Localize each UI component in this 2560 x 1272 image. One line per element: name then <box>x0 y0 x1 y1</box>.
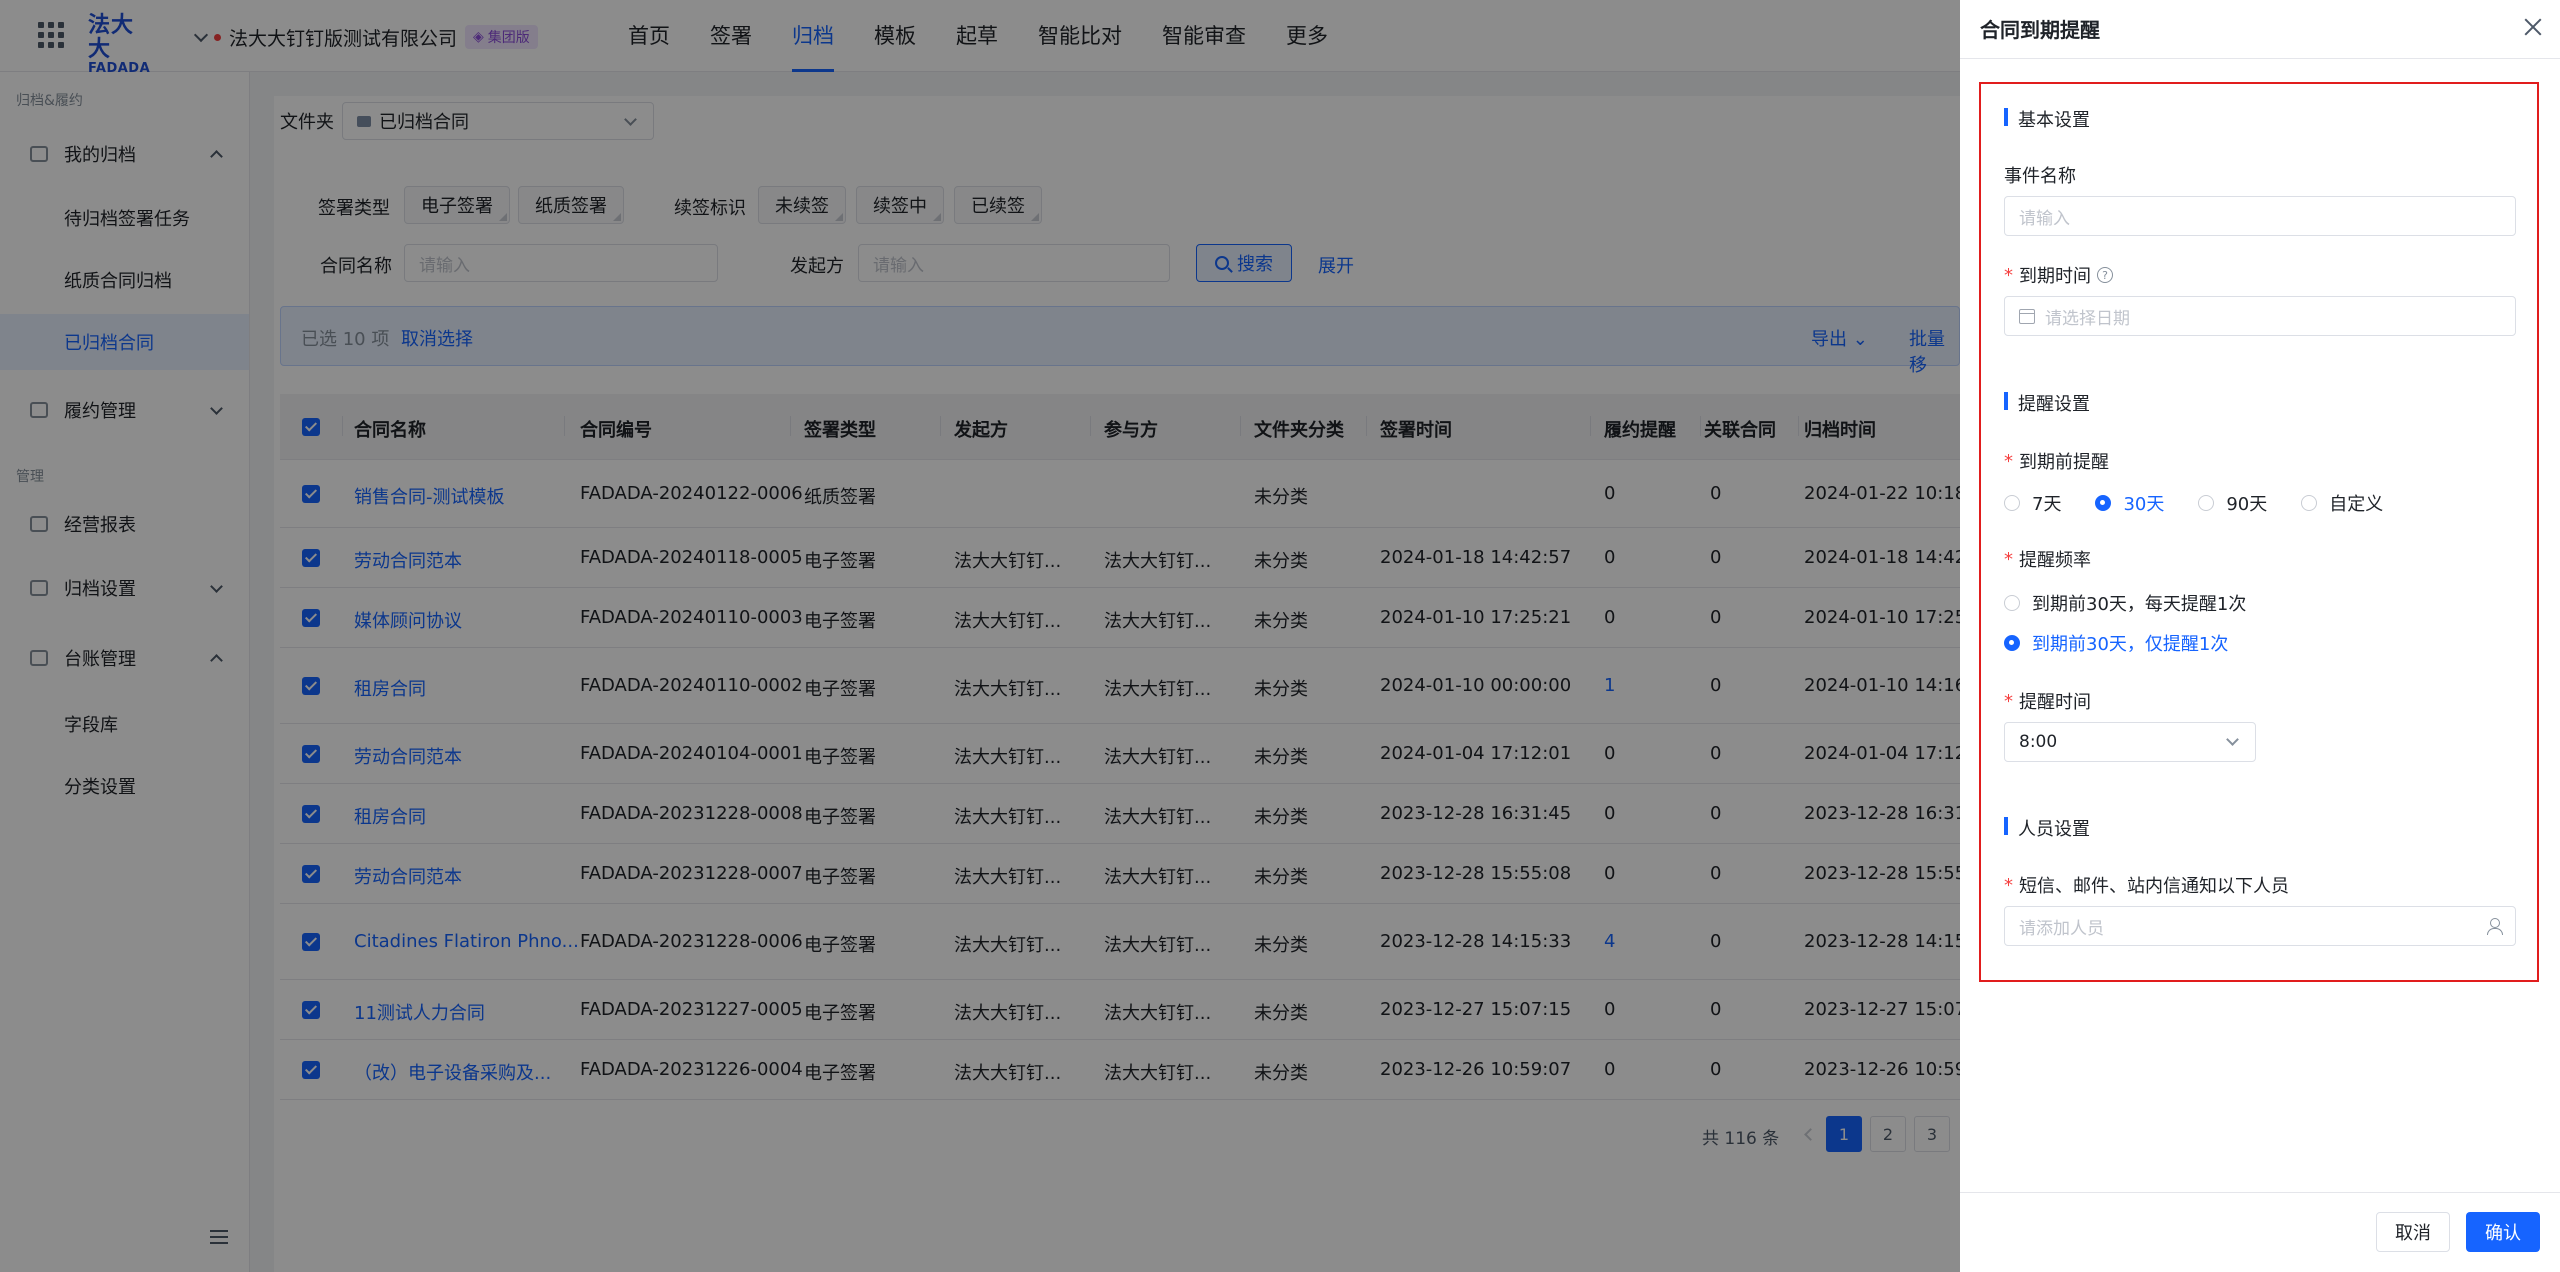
radio-circle <box>2004 595 2020 611</box>
before-remind-label-text: 到期前提醒 <box>2019 452 2109 473</box>
radio-circle <box>2095 495 2112 511</box>
cancel-button[interactable]: 取消 <box>2376 1212 2450 1252</box>
add-people-placeholder: 请添加人员 <box>2019 918 2104 939</box>
due-time-label: * 到期时间 ? <box>2004 262 2113 288</box>
radio-circle <box>2004 495 2020 511</box>
radio-7-days[interactable]: 7天 <box>2004 490 2061 516</box>
radio-freq-daily[interactable]: 到期前30天，每天提醒1次 <box>2004 590 2246 616</box>
radio-label: 自定义 <box>2329 494 2384 515</box>
freq-label-text: 提醒频率 <box>2019 550 2091 571</box>
freq-label: * 提醒频率 <box>2004 546 2091 572</box>
required-mark: * <box>2004 874 2013 896</box>
before-remind-radio-group: 7天 30天 90天 自定义 <box>2004 490 2417 516</box>
section-people: 人员设置 <box>2004 815 2090 841</box>
radio-label: 到期前30天，仅提醒1次 <box>2032 634 2229 655</box>
required-mark: * <box>2004 548 2013 570</box>
notify-label: * 短信、邮件、站内信通知以下人员 <box>2004 872 2289 898</box>
divider <box>1960 1192 2560 1193</box>
remind-time-value: 8:00 <box>2019 732 2058 752</box>
radio-30-days[interactable]: 30天 <box>2095 490 2164 516</box>
remind-time-select[interactable]: 8:00 <box>2004 722 2256 762</box>
divider <box>1960 58 2560 59</box>
due-time-label-text: 到期时间 <box>2019 266 2091 287</box>
radio-circle <box>2301 495 2318 511</box>
radio-label: 90天 <box>2226 494 2268 515</box>
radio-circle <box>2198 495 2215 511</box>
help-icon[interactable]: ? <box>2097 267 2113 283</box>
remind-time-label-text: 提醒时间 <box>2019 692 2091 713</box>
close-icon[interactable] <box>2522 16 2544 38</box>
radio-90-days[interactable]: 90天 <box>2198 490 2267 516</box>
section-basic: 基本设置 <box>2004 106 2090 132</box>
confirm-button[interactable]: 确认 <box>2466 1212 2540 1252</box>
event-name-input[interactable]: 请输入 <box>2004 196 2516 236</box>
notify-label-text: 短信、邮件、站内信通知以下人员 <box>2019 876 2289 897</box>
user-icon[interactable] <box>2487 918 2503 935</box>
calendar-icon <box>2019 308 2035 324</box>
event-name-label: 事件名称 <box>2004 162 2076 188</box>
due-date-picker[interactable]: 请选择日期 <box>2004 296 2516 336</box>
add-people-input[interactable]: 请添加人员 <box>2004 906 2516 946</box>
radio-label: 30天 <box>2123 494 2165 515</box>
section-remind: 提醒设置 <box>2004 390 2090 416</box>
event-name-label-text: 事件名称 <box>2004 166 2076 187</box>
radio-custom[interactable]: 自定义 <box>2301 490 2383 516</box>
required-mark: * <box>2004 690 2013 712</box>
expiry-reminder-drawer: 合同到期提醒 基本设置 事件名称 请输入 * 到期时间 ? 请选择日期 提醒设置… <box>1960 0 2560 1272</box>
drawer-title: 合同到期提醒 <box>1980 18 2100 42</box>
remind-time-label: * 提醒时间 <box>2004 688 2091 714</box>
radio-label: 到期前30天，每天提醒1次 <box>2032 594 2247 615</box>
radio-circle <box>2004 635 2020 651</box>
due-date-placeholder: 请选择日期 <box>2045 308 2130 329</box>
chevron-down-icon <box>2226 733 2239 746</box>
required-mark: * <box>2004 450 2013 472</box>
radio-freq-once[interactable]: 到期前30天，仅提醒1次 <box>2004 630 2228 656</box>
before-remind-label: * 到期前提醒 <box>2004 448 2109 474</box>
required-mark: * <box>2004 264 2013 286</box>
radio-label: 7天 <box>2032 494 2062 515</box>
